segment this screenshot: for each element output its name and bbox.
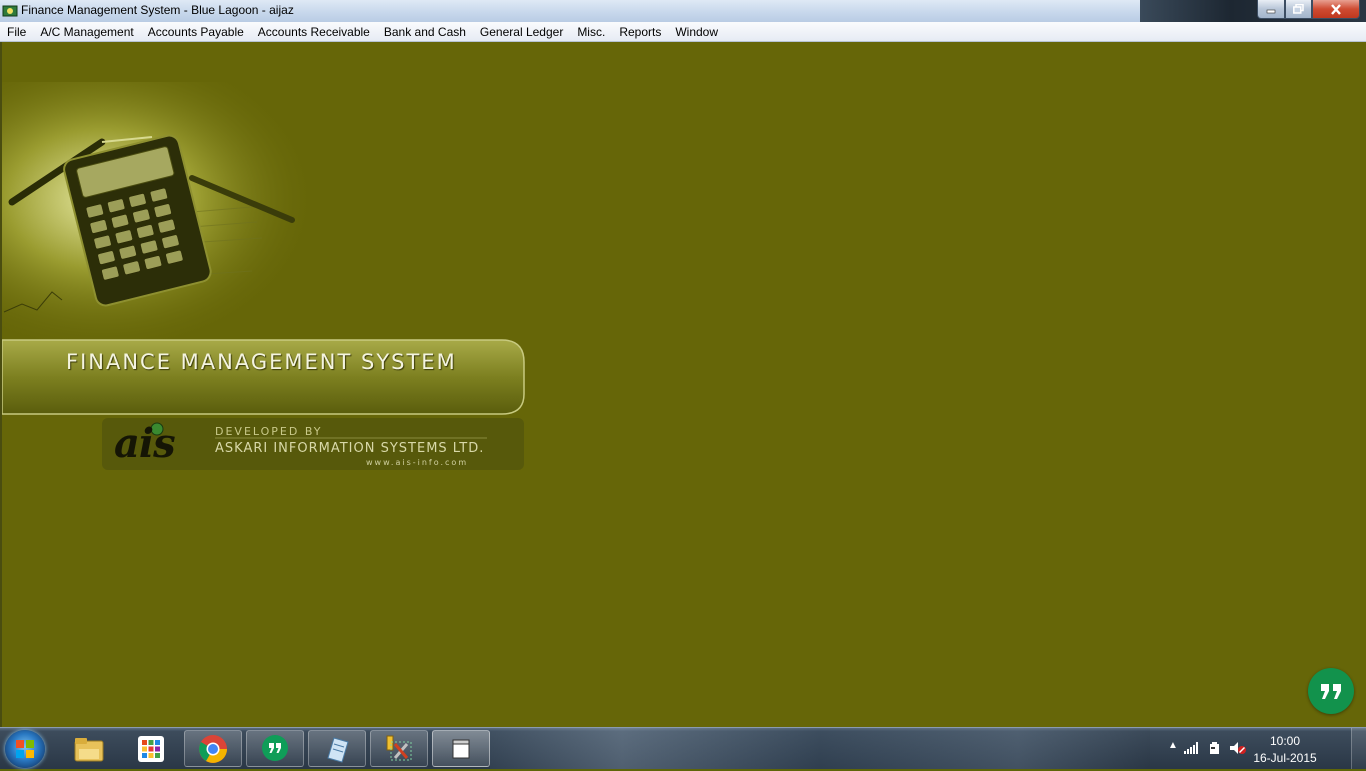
taskbar-explorer[interactable] (60, 730, 118, 767)
folder-icon (74, 737, 104, 761)
hangouts-floating-button[interactable] (1308, 668, 1354, 714)
power-icon[interactable] (1208, 741, 1222, 755)
tools-icon (386, 735, 412, 760)
minimize-icon (1266, 9, 1276, 14)
mdi-workspace[interactable]: FINANCE MANAGEMENT SYSTEM ais DEVELOPED … (0, 42, 1366, 727)
window-icon (452, 739, 470, 758)
title-bar[interactable]: Finance Management System - Blue Lagoon … (0, 0, 1366, 23)
menu-ac-management[interactable]: A/C Management (33, 22, 140, 41)
windows-logo-icon (16, 740, 34, 758)
network-signal-icon[interactable] (1184, 742, 1200, 754)
restore-icon (1293, 4, 1304, 14)
notepad-icon (327, 736, 349, 763)
taskbar-apps[interactable] (122, 730, 180, 767)
menu-bar: File A/C Management Accounts Payable Acc… (0, 22, 1366, 42)
menu-general-ledger[interactable]: General Ledger (473, 22, 570, 41)
menu-window[interactable]: Window (668, 22, 725, 41)
taskbar-finance-window[interactable] (432, 730, 490, 767)
start-button[interactable] (5, 730, 45, 768)
quote-icon (1321, 684, 1341, 699)
splash-title: FINANCE MANAGEMENT SYSTEM (66, 350, 457, 374)
taskbar-chrome[interactable] (184, 730, 242, 767)
restore-button[interactable] (1285, 0, 1312, 19)
menu-accounts-payable[interactable]: Accounts Payable (141, 22, 251, 41)
system-tray: ▲ 10:00 16-Jul-2015 (1156, 728, 1366, 769)
taskbar-notepad[interactable] (308, 730, 366, 767)
company-name: ASKARI INFORMATION SYSTEMS LTD. (215, 441, 485, 456)
hangouts-icon (262, 734, 288, 761)
close-button[interactable] (1312, 0, 1360, 19)
clock-time[interactable]: 10:00 (1250, 734, 1320, 748)
clock-date[interactable]: 16-Jul-2015 (1250, 751, 1320, 765)
taskbar: ▲ 10:00 16-Jul-2015 (0, 727, 1366, 769)
ais-logo: ais (114, 420, 176, 467)
menu-bank-and-cash[interactable]: Bank and Cash (377, 22, 473, 41)
menu-file[interactable]: File (0, 22, 33, 41)
app-icon[interactable] (2, 3, 18, 19)
calculator-image (1, 82, 525, 470)
menu-accounts-receivable[interactable]: Accounts Receivable (251, 22, 377, 41)
apps-grid-icon (138, 735, 164, 762)
minimize-button[interactable] (1257, 0, 1285, 19)
menu-misc[interactable]: Misc. (570, 22, 612, 41)
close-icon (1331, 3, 1341, 15)
developed-by-label: DEVELOPED BY (215, 425, 323, 438)
taskbar-hangouts[interactable] (246, 730, 304, 767)
splash-panel: FINANCE MANAGEMENT SYSTEM ais DEVELOPED … (1, 42, 532, 482)
taskbar-glass (490, 728, 1150, 769)
taskbar-tools[interactable] (370, 730, 428, 767)
show-hidden-icons-button[interactable]: ▲ (1168, 740, 1178, 751)
menu-reports[interactable]: Reports (612, 22, 668, 41)
show-desktop-button[interactable] (1351, 728, 1366, 769)
volume-muted-icon[interactable] (1229, 741, 1247, 755)
chrome-icon (199, 734, 227, 763)
window-title: Finance Management System - Blue Lagoon … (21, 3, 294, 17)
company-url: www.ais-info.com (366, 458, 469, 467)
